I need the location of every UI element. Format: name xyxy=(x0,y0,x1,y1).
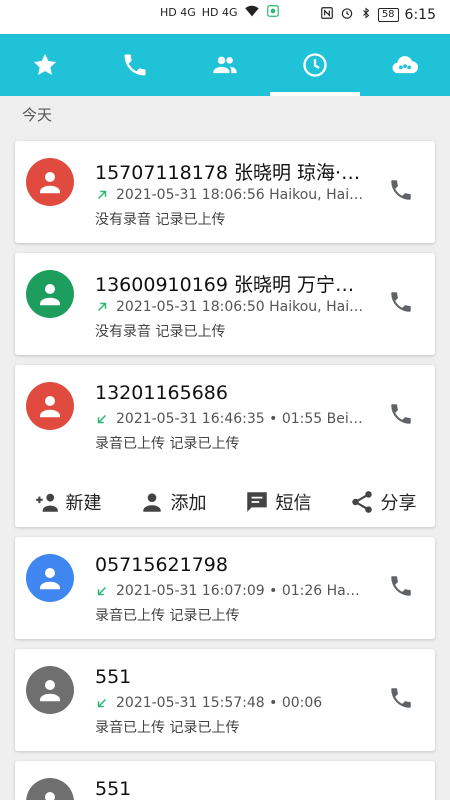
sms-button[interactable]: 短信 xyxy=(225,477,330,527)
tab-contacts[interactable] xyxy=(180,34,270,96)
call-back-button[interactable] xyxy=(385,682,417,714)
call-upload-status: 没有录音 记录已上传 xyxy=(95,212,226,228)
call-back-button[interactable] xyxy=(385,286,417,318)
bluetooth-icon xyxy=(360,6,372,23)
call-meta: 2021-05-31 18:06:50 Haikou, Hainan xyxy=(95,299,365,315)
avatar xyxy=(26,554,74,602)
call-upload-status: 录音已上传 记录已上传 xyxy=(95,720,240,736)
call-actions-row: 新建 添加 短信 分享 xyxy=(15,477,435,527)
star-icon xyxy=(33,53,57,75)
phone-icon xyxy=(124,54,146,76)
tab-recents[interactable] xyxy=(270,34,360,96)
call-upload-status: 录音已上传 记录已上传 xyxy=(95,436,240,452)
avatar xyxy=(26,158,74,206)
call-log-item[interactable]: 551 2021-05-31 15:57:48 • 00:06 录音已上传 记录… xyxy=(15,649,435,751)
call-upload-status: 没有录音 记录已上传 xyxy=(95,324,226,340)
avatar xyxy=(26,382,74,430)
outgoing-call-arrow-icon xyxy=(97,190,107,200)
call-meta: 2021-05-31 16:07:09 • 01:26 Hangzh... xyxy=(95,583,365,599)
incoming-call-arrow-icon xyxy=(97,414,107,424)
tab-bar xyxy=(0,34,450,96)
tab-selected-indicator xyxy=(270,92,360,96)
call-back-button[interactable] xyxy=(385,174,417,206)
battery-indicator: 58 xyxy=(377,7,399,22)
sms-label: 短信 xyxy=(275,493,312,514)
call-meta: 2021-05-31 18:06:56 Haikou, Hainan xyxy=(95,187,365,203)
call-number: 13600910169 张晓明 万宁兴... xyxy=(95,274,363,296)
share-icon xyxy=(351,491,372,513)
outgoing-call-arrow-icon xyxy=(97,302,107,312)
phone-icon xyxy=(391,180,411,200)
tab-cloud-groups[interactable] xyxy=(360,34,450,96)
call-upload-status: 录音已上传 记录已上传 xyxy=(95,608,240,624)
call-back-button[interactable] xyxy=(385,398,417,430)
call-meta: 2021-05-31 15:57:48 • 00:06 xyxy=(95,695,365,711)
clock: 6:15 xyxy=(404,6,436,23)
phone-icon xyxy=(391,292,411,312)
avatar xyxy=(26,270,74,318)
call-log-item[interactable]: 05715621798 2021-05-31 16:07:09 • 01:26 … xyxy=(15,537,435,639)
person-icon xyxy=(40,396,60,418)
cloud-group-icon xyxy=(392,56,419,74)
sim2-signal: HD 4G xyxy=(201,5,238,19)
call-back-button[interactable] xyxy=(385,570,417,602)
phone-icon xyxy=(391,576,411,596)
sim1-signal: HD 4G xyxy=(160,5,196,19)
share-button[interactable]: 分享 xyxy=(330,477,435,527)
new-contact-label: 新建 xyxy=(65,493,102,514)
person-icon xyxy=(40,284,60,306)
avatar xyxy=(26,666,74,714)
nfc-icon xyxy=(320,6,334,23)
add-person-icon xyxy=(35,493,58,512)
tab-favorites[interactable] xyxy=(0,34,90,96)
person-icon xyxy=(40,172,60,194)
call-log-item-expanded[interactable]: 13201165686 2021-05-31 16:46:35 • 01:55 … xyxy=(15,365,435,527)
person-icon xyxy=(40,568,60,590)
add-to-contact-label: 添加 xyxy=(170,493,207,514)
contacts-icon xyxy=(213,56,237,74)
call-number: 551 xyxy=(95,666,132,688)
incoming-call-arrow-icon xyxy=(97,586,107,596)
history-icon xyxy=(303,53,327,77)
status-bar: HD 4G HD 4G 58 6:15 xyxy=(0,0,450,34)
call-log-item[interactable]: 15707118178 张晓明 琼海·嘉... 2021-05-31 18:06… xyxy=(15,141,435,243)
incoming-call-arrow-icon xyxy=(97,698,107,708)
call-log-item[interactable]: 551 xyxy=(15,761,435,800)
tab-dialer[interactable] xyxy=(90,34,180,96)
new-contact-button[interactable]: 新建 xyxy=(15,477,120,527)
person-icon xyxy=(142,493,161,512)
call-log-item[interactable]: 13600910169 张晓明 万宁兴... 2021-05-31 18:06:… xyxy=(15,253,435,355)
call-meta: 2021-05-31 16:46:35 • 01:55 Beijing xyxy=(95,411,365,427)
alarm-icon xyxy=(340,6,354,23)
phone-icon xyxy=(391,404,411,424)
call-number: 13201165686 xyxy=(95,382,228,404)
wifi-icon xyxy=(244,4,260,21)
person-icon xyxy=(45,792,55,800)
phone-icon xyxy=(391,688,411,708)
section-header-today: 今天 xyxy=(22,106,53,124)
share-label: 分享 xyxy=(380,493,417,514)
call-number: 15707118178 张晓明 琼海·嘉... xyxy=(95,162,363,184)
person-icon xyxy=(40,680,60,702)
call-number: 551 xyxy=(95,778,132,800)
add-to-contact-button[interactable]: 添加 xyxy=(120,477,225,527)
call-number: 05715621798 xyxy=(95,554,228,576)
avatar xyxy=(26,778,74,800)
app-notification-icon xyxy=(266,4,280,21)
message-icon xyxy=(246,492,267,512)
